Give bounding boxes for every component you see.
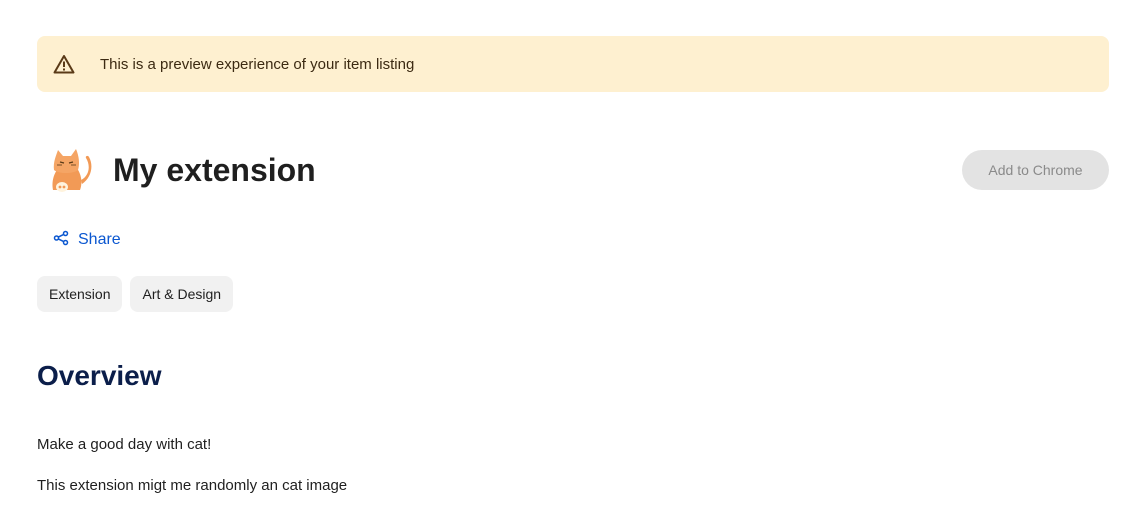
category-chips: Extension Art & Design — [37, 276, 234, 312]
overview-heading: Overview — [37, 360, 162, 391]
add-to-chrome-button[interactable]: Add to Chrome — [962, 150, 1109, 190]
share-icon — [53, 230, 78, 251]
warning-icon — [53, 53, 75, 75]
overview-paragraph: This extension migt me randomly an cat i… — [37, 477, 348, 494]
preview-banner: This is a preview experience of your ite… — [37, 36, 1109, 92]
share-link[interactable]: Share — [53, 228, 121, 252]
overview-paragraph: Make a good day with cat! — [37, 436, 212, 453]
chip-art-design[interactable]: Art & Design — [130, 276, 234, 312]
cat-extension-icon — [45, 146, 93, 194]
item-header: My extension Add to Chrome — [37, 140, 1109, 200]
chip-extension[interactable]: Extension — [37, 276, 123, 312]
preview-banner-text: This is a preview experience of your ite… — [100, 55, 415, 73]
share-label: Share — [78, 231, 121, 248]
extension-title: My extension — [113, 152, 316, 188]
